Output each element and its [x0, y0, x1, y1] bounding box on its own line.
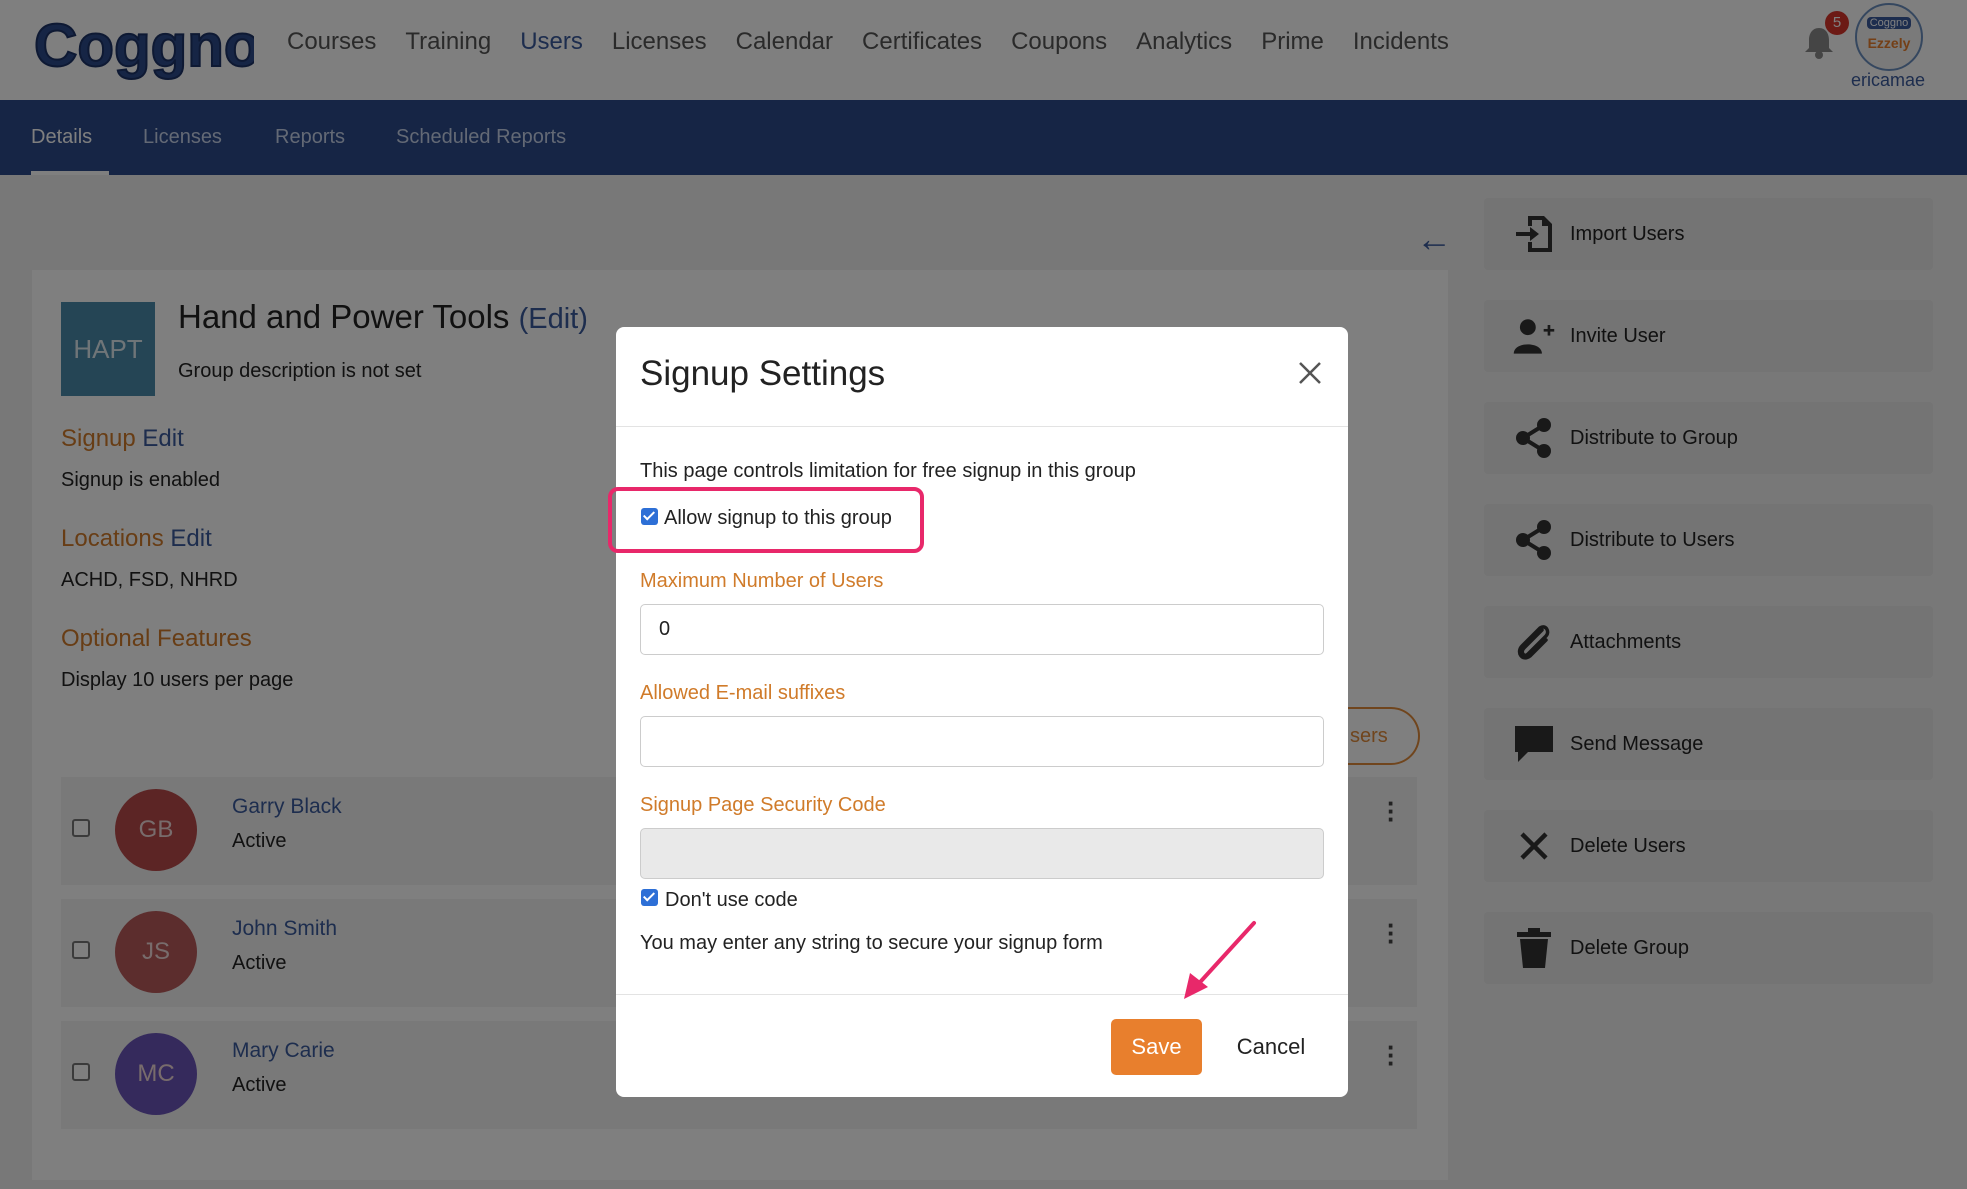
modal-title: Signup Settings	[640, 354, 886, 393]
save-button[interactable]: Save	[1111, 1019, 1202, 1075]
security-code-input[interactable]	[640, 828, 1324, 879]
modal-intro: This page controls limitation for free s…	[640, 460, 1136, 482]
max-users-input[interactable]	[640, 604, 1324, 655]
highlight-annotation	[608, 487, 924, 553]
cancel-button[interactable]: Cancel	[1216, 1019, 1326, 1075]
security-code-label: Signup Page Security Code	[640, 794, 886, 816]
close-icon[interactable]	[1294, 357, 1326, 389]
email-suffix-input[interactable]	[640, 716, 1324, 767]
dont-use-code-checkbox[interactable]	[641, 889, 658, 906]
security-code-hint: You may enter any string to secure your …	[640, 932, 1103, 954]
email-suffix-label: Allowed E-mail suffixes	[640, 682, 846, 704]
dont-use-code-label[interactable]: Don't use code	[665, 889, 798, 912]
modal-header-divider	[616, 426, 1348, 427]
max-users-label: Maximum Number of Users	[640, 570, 884, 592]
pointer-arrow-icon	[1184, 921, 1256, 999]
